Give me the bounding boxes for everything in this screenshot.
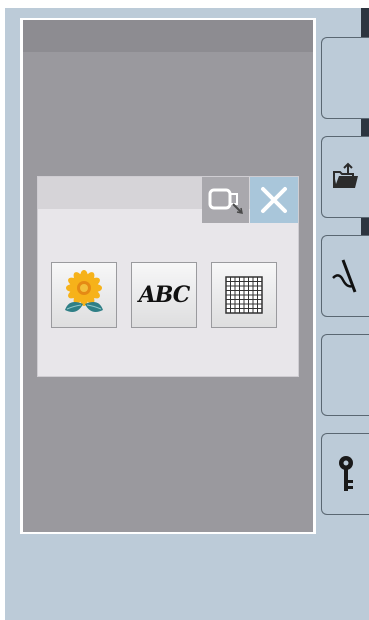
key-icon — [338, 456, 353, 491]
grid-icon — [225, 276, 263, 314]
character-button-label: ABC — [138, 282, 191, 308]
side-button-4[interactable] — [321, 334, 369, 416]
needle-thread-icon — [331, 259, 356, 293]
side-button-1[interactable] — [321, 37, 369, 119]
close-icon — [261, 187, 287, 213]
screen-header-bar — [23, 20, 313, 52]
category-dialog: ABC — [37, 176, 299, 377]
hoop-button[interactable] — [202, 177, 249, 223]
side-button-key[interactable] — [321, 433, 369, 515]
embroidery-hoop-icon — [208, 188, 243, 214]
grid-button[interactable] — [211, 262, 277, 328]
embroidery-pattern-button[interactable] — [51, 262, 117, 328]
close-button[interactable] — [250, 177, 298, 223]
character-button[interactable]: ABC — [131, 262, 197, 328]
folder-upload-icon — [332, 162, 358, 188]
side-button-needle[interactable] — [321, 235, 369, 317]
side-button-folder[interactable] — [321, 136, 369, 218]
flower-icon — [65, 270, 103, 312]
